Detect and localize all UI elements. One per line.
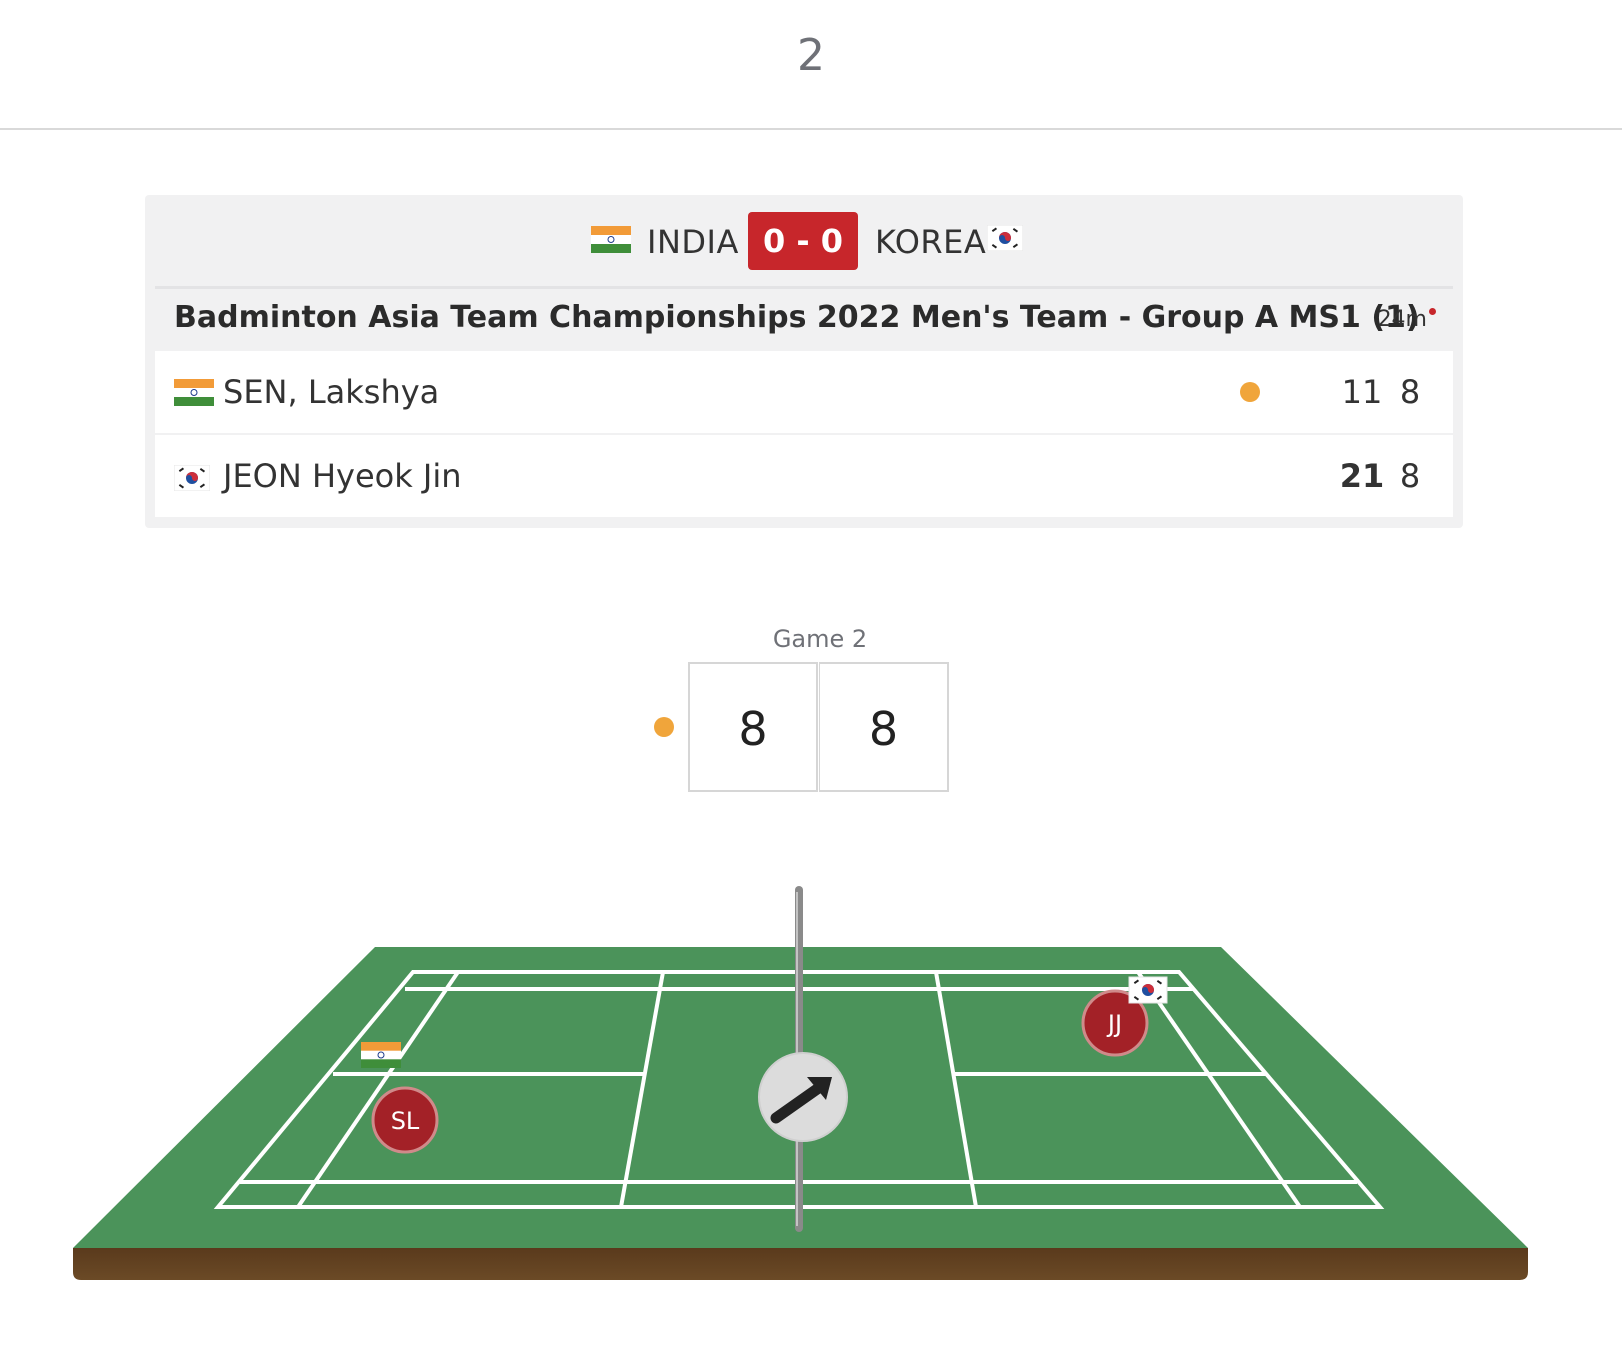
korea-flag-icon: [987, 225, 1023, 251]
badminton-court: SL JJ: [73, 886, 1528, 1280]
serve-indicator: [1240, 382, 1260, 402]
player-name: JEON Hyeok Jin: [223, 457, 462, 495]
game1-score: 11: [1341, 373, 1383, 411]
team-left-name: INDIA: [647, 223, 739, 261]
india-flag-icon: [174, 379, 214, 406]
game2-score: 8: [1399, 373, 1421, 411]
game1-score: 21: [1339, 457, 1385, 495]
current-game-score-left: 8: [688, 662, 818, 792]
player-row[interactable]: SEN, Lakshya 11 8: [155, 351, 1453, 433]
team-right-name: KOREA: [875, 223, 987, 261]
player-row[interactable]: JEON Hyeok Jin 21 8: [155, 435, 1453, 517]
match-panel: INDIA 0 - 0 KOREA Badminton Asia Team Ch…: [145, 195, 1463, 528]
arrow-icon: [758, 1052, 848, 1142]
live-indicator: [1429, 308, 1436, 315]
match-duration: 24m: [1377, 307, 1427, 332]
page-number[interactable]: 2: [0, 30, 1622, 81]
player-name: SEN, Lakshya: [223, 373, 440, 411]
serve-indicator: [654, 717, 674, 737]
game2-score: 8: [1399, 457, 1421, 495]
current-game-label: Game 2: [772, 625, 868, 653]
divider: [155, 286, 1453, 289]
player-right-initials: JJ: [1106, 1010, 1122, 1038]
court-base: [73, 1248, 1528, 1280]
korea-flag-icon: [174, 465, 210, 491]
current-game-score-right: 8: [819, 662, 949, 792]
india-flag-icon: [591, 226, 631, 253]
player-left-initials: SL: [391, 1107, 420, 1135]
event-title[interactable]: Badminton Asia Team Championships 2022 M…: [174, 300, 1420, 335]
team-header: INDIA 0 - 0 KOREA: [145, 195, 1463, 287]
top-bar: 2: [0, 0, 1622, 130]
team-score-badge: 0 - 0: [748, 212, 858, 270]
